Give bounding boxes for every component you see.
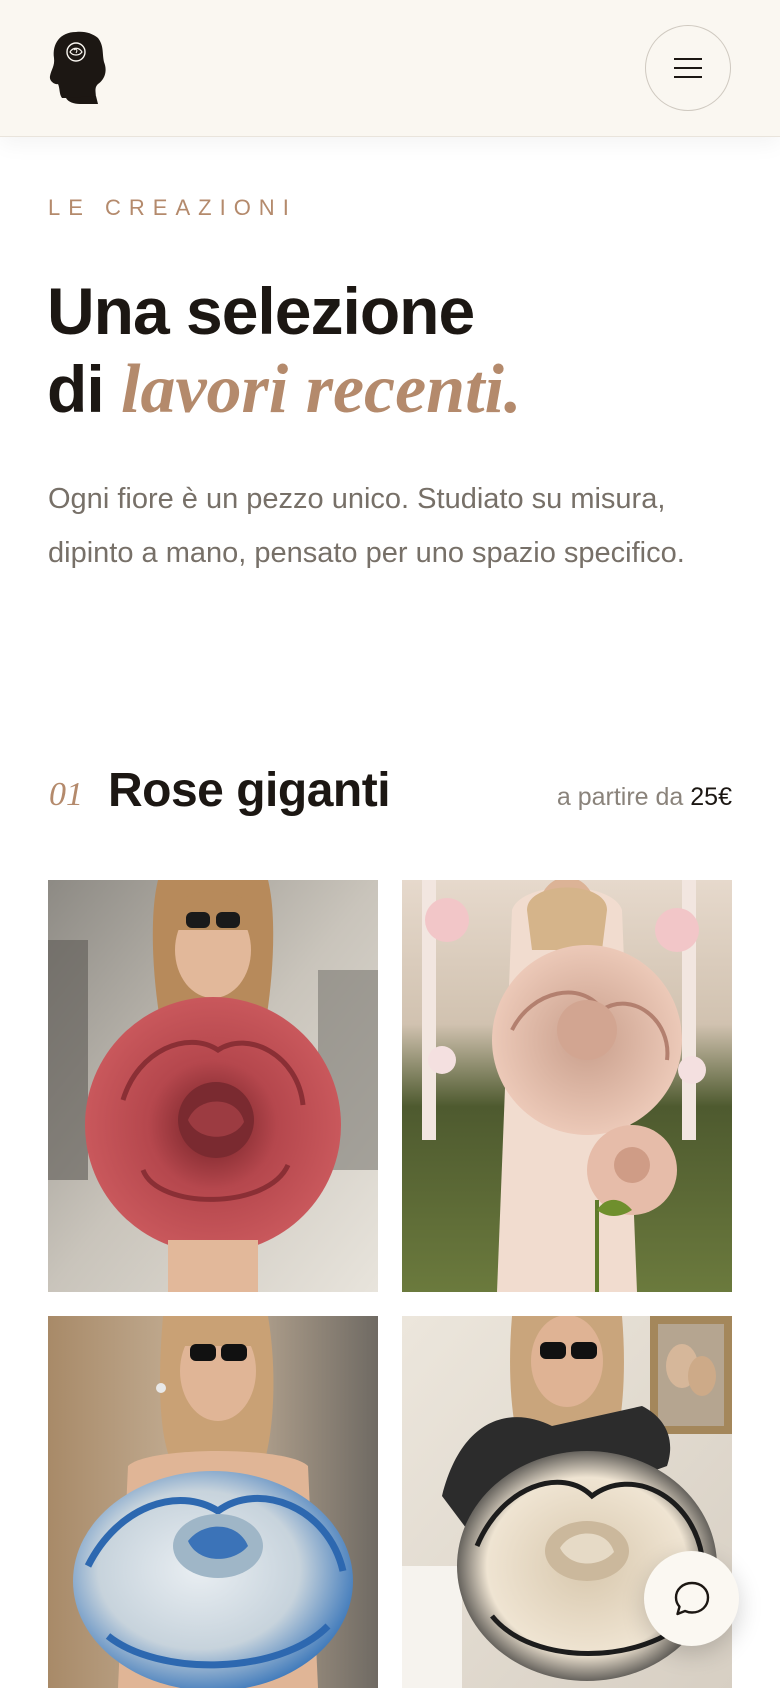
gallery-image-blue-rose[interactable]	[48, 1316, 378, 1688]
price-prefix: a partire da	[556, 783, 691, 811]
headline-prefix: di	[47, 352, 121, 426]
gallery-image-pink-rose[interactable]	[402, 880, 732, 1292]
section-title: Rose giganti	[108, 764, 391, 817]
section-eyebrow: LE CREAZIONI	[48, 195, 297, 220]
pink-rose-wedding-image	[402, 880, 732, 1292]
price-value: 25€	[690, 783, 732, 811]
price-label: a partire da 25€	[557, 783, 732, 812]
gallery-image-red-rose[interactable]	[48, 880, 378, 1292]
site-header	[0, 0, 780, 137]
headline-accent: lavori recenti.	[121, 351, 522, 428]
hamburger-menu-icon	[674, 58, 702, 78]
blue-silver-rose-street-image	[48, 1316, 378, 1688]
headline-line1: Una selezione	[47, 274, 475, 348]
logo-link[interactable]	[46, 30, 112, 104]
section-number: 01	[49, 776, 83, 813]
chat-bubble-icon	[674, 1581, 709, 1615]
menu-button[interactable]	[645, 25, 731, 111]
intro-text: Ogni fiore è un pezzo unico. Studiato su…	[48, 483, 685, 569]
chat-button[interactable]	[644, 1551, 739, 1646]
page-title: Una selezione di lavori recenti.	[47, 272, 521, 429]
woman-silhouette-logo-icon	[49, 31, 106, 104]
red-rose-street-image	[48, 880, 378, 1292]
